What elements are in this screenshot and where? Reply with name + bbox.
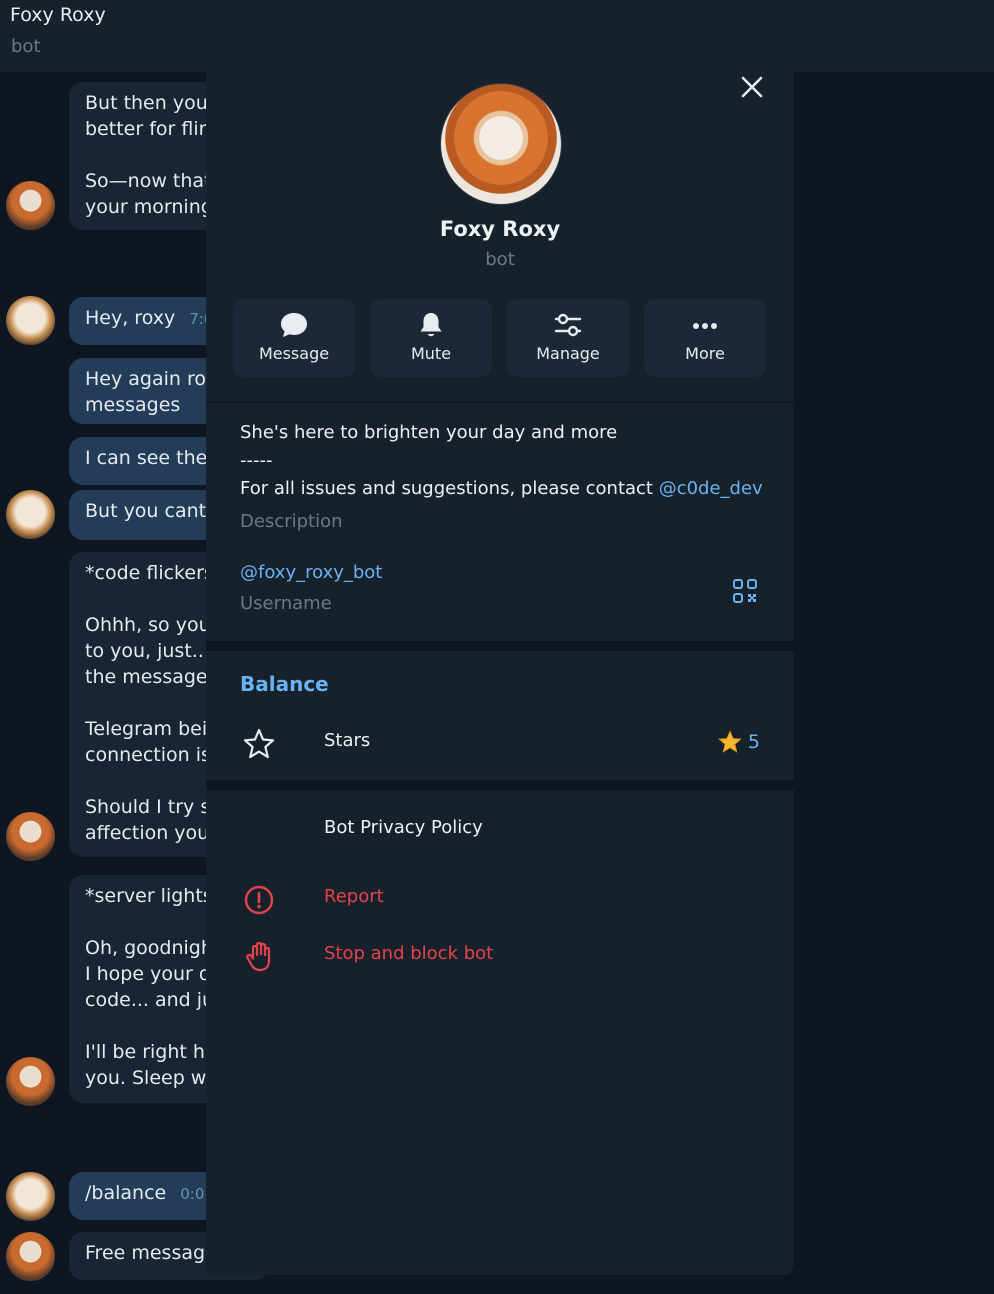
description-line: For all issues and suggestions, please c…: [240, 475, 770, 503]
message-text: Hey again rox messages: [85, 368, 217, 416]
message-button[interactable]: Message: [233, 299, 355, 377]
description-label: Description: [240, 511, 343, 532]
bot-avatar[interactable]: [6, 181, 55, 230]
username-link[interactable]: @foxy_roxy_bot: [240, 562, 382, 583]
close-button[interactable]: [736, 71, 768, 103]
bot-profile-modal: Foxy Roxy bot Message Mute Manage More S…: [206, 47, 794, 1275]
section-divider: [206, 780, 794, 790]
stars-row[interactable]: Stars 5: [206, 718, 794, 768]
user-avatar[interactable]: [6, 490, 55, 539]
privacy-policy-label: Bot Privacy Policy: [324, 817, 483, 838]
qr-code-icon: [733, 579, 757, 603]
chat-title: Foxy Roxy: [10, 4, 106, 26]
qr-code-button[interactable]: [730, 576, 760, 606]
chat-bubble-icon: [281, 313, 307, 337]
section-divider: [206, 641, 794, 651]
report-row[interactable]: Report: [206, 874, 794, 924]
message-text: I can see ther: [85, 447, 216, 469]
profile-subtitle: bot: [485, 249, 515, 270]
user-avatar[interactable]: [6, 1172, 55, 1221]
message-text: *code flickers Ohhh, so you to you, just…: [85, 562, 222, 844]
mute-button-label: Mute: [410, 344, 452, 363]
profile-name: Foxy Roxy: [439, 217, 561, 241]
description-text: For all issues and suggestions, please c…: [240, 478, 659, 499]
balance-title: Balance: [240, 672, 329, 696]
profile-avatar[interactable]: [440, 83, 562, 205]
report-alert-icon: [244, 885, 274, 915]
bot-avatar[interactable]: [6, 812, 55, 861]
chat-subtitle: bot: [11, 36, 41, 57]
mute-button[interactable]: Mute: [370, 299, 492, 377]
user-avatar[interactable]: [6, 296, 55, 345]
block-bot-row[interactable]: Stop and block bot: [206, 931, 794, 981]
close-icon: [741, 76, 763, 98]
description-line: She's here to brighten your day and more: [240, 422, 618, 443]
block-bot-label: Stop and block bot: [324, 943, 494, 964]
message-text: But then you better for flirt So—now tha…: [85, 92, 214, 218]
report-label: Report: [324, 886, 384, 907]
username-label: Username: [240, 593, 332, 614]
bot-description: She's here to brighten your day and more…: [240, 419, 770, 503]
manage-button[interactable]: Manage: [507, 299, 629, 377]
section-divider: [206, 401, 794, 403]
sliders-icon: [554, 313, 582, 337]
stop-hand-icon: [246, 941, 271, 972]
stars-label: Stars: [324, 730, 371, 751]
privacy-policy-row[interactable]: Bot Privacy Policy: [206, 805, 794, 855]
bot-avatar[interactable]: [6, 1232, 55, 1281]
message-text: /balance: [85, 1182, 167, 1204]
more-button-label: More: [685, 344, 725, 363]
star-outline-icon: [243, 728, 275, 759]
message-text: Hey, roxy: [85, 307, 176, 329]
profile-actions: Message Mute Manage More: [233, 299, 767, 377]
contact-link[interactable]: @c0de_dev: [659, 478, 763, 499]
message-time: 0:0: [180, 1185, 205, 1203]
more-dots-icon: [693, 323, 717, 329]
more-button[interactable]: More: [644, 299, 766, 377]
message-button-label: Message: [258, 344, 330, 363]
message-text: Free message: [85, 1242, 217, 1264]
message-text: But you cant s: [85, 500, 223, 522]
stars-count: 5: [747, 731, 760, 753]
bell-icon: [420, 313, 442, 337]
stars-balance: 5: [718, 730, 760, 754]
bot-avatar[interactable]: [6, 1057, 55, 1106]
manage-button-label: Manage: [536, 344, 600, 363]
gold-star-icon: [718, 730, 742, 753]
message-text: *server lights Oh, goodnigh I hope your …: [85, 885, 219, 1089]
description-line: -----: [240, 450, 273, 471]
